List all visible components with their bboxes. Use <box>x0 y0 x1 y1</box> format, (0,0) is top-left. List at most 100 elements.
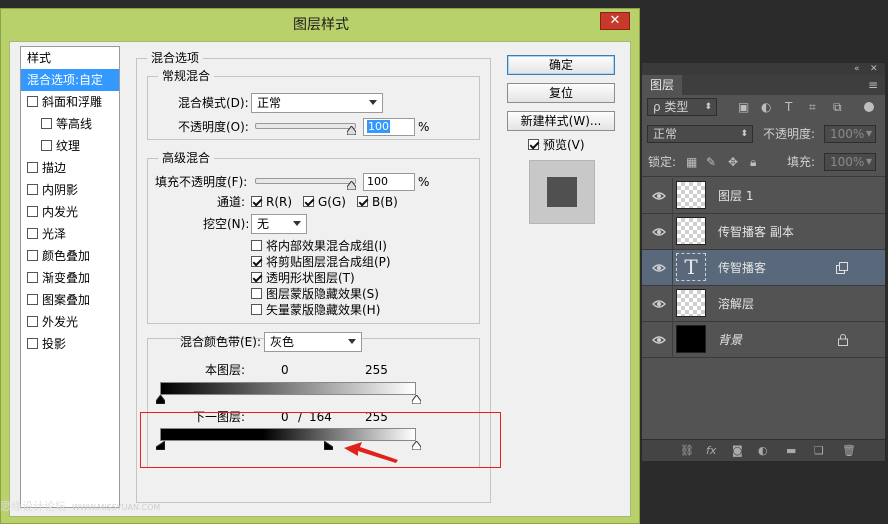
blend-if-select[interactable]: 灰色 <box>264 332 362 352</box>
eye-icon[interactable] <box>652 261 666 275</box>
filter-pixel-icon[interactable]: ▣ <box>738 100 749 114</box>
style-item[interactable]: 等高线 <box>21 113 119 135</box>
checkbox[interactable] <box>357 196 368 207</box>
checkbox[interactable] <box>27 316 38 327</box>
style-item[interactable]: 描边 <box>21 157 119 179</box>
adjustment-icon[interactable]: ◐ <box>758 444 768 458</box>
layer-opacity-input[interactable]: 100% ▼ <box>824 125 876 143</box>
eye-icon[interactable] <box>652 189 666 203</box>
layer-fill-input[interactable]: 100% ▼ <box>824 153 876 171</box>
layer-row[interactable]: 图层 1 <box>642 178 885 214</box>
eye-icon[interactable] <box>652 297 666 311</box>
layer-row[interactable]: 背景 <box>642 322 885 358</box>
layer-row[interactable]: T 传智播客 <box>642 250 885 286</box>
reset-button[interactable]: 复位 <box>507 83 615 103</box>
layer-filter-select[interactable]: ρ 类型 ⬍ <box>647 98 717 116</box>
checkbox[interactable] <box>27 96 38 107</box>
checkbox[interactable] <box>251 240 262 251</box>
style-list-header[interactable]: 样式 <box>21 47 119 69</box>
layer-row[interactable]: 溶解层 <box>642 286 885 322</box>
close-button[interactable]: ✕ <box>600 12 630 30</box>
eye-icon[interactable] <box>652 333 666 347</box>
checkbox[interactable] <box>27 272 38 283</box>
layer-blend-mode-select[interactable]: 正常 ⬍ <box>647 125 753 143</box>
checkbox[interactable] <box>41 140 52 151</box>
filter-adjustment-icon[interactable]: ◐ <box>761 100 771 114</box>
style-item[interactable]: 内阴影 <box>21 179 119 201</box>
style-item[interactable]: 光泽 <box>21 223 119 245</box>
this-layer-white-thumb[interactable] <box>412 395 421 404</box>
filter-shape-icon[interactable]: ⌗ <box>809 100 816 114</box>
fill-opacity-slider[interactable] <box>255 178 356 184</box>
style-item[interactable]: 斜面和浮雕 <box>21 91 119 113</box>
advanced-option-checkbox[interactable]: 图层蒙版隐藏效果(S) <box>251 286 379 302</box>
fill-opacity-slider-thumb[interactable] <box>347 181 356 190</box>
style-item[interactable]: 内发光 <box>21 201 119 223</box>
checkbox[interactable] <box>251 256 262 267</box>
this-layer-black-thumb[interactable] <box>156 395 165 404</box>
layer-style-indicator-icon[interactable] <box>835 261 849 275</box>
style-item[interactable]: 渐变叠加 <box>21 267 119 289</box>
ok-button[interactable]: 确定 <box>507 55 615 75</box>
knockout-select[interactable]: 无 <box>251 214 307 234</box>
lock-image-icon[interactable]: ✎ <box>706 155 716 169</box>
folder-icon[interactable]: ▬ <box>786 444 796 458</box>
advanced-option-checkbox[interactable]: 矢量蒙版隐藏效果(H) <box>251 302 380 318</box>
mask-icon[interactable]: ◙ <box>732 444 743 458</box>
layer-name[interactable]: 图层 1 <box>718 188 753 204</box>
checkbox[interactable] <box>27 206 38 217</box>
trash-icon[interactable]: 🗑︎ <box>842 444 856 458</box>
style-item[interactable]: 外发光 <box>21 311 119 333</box>
lock-all-icon[interactable]: 🔒︎ <box>750 155 756 169</box>
blend-mode-select[interactable]: 正常 <box>251 93 383 113</box>
checkbox[interactable] <box>41 118 52 129</box>
advanced-option-checkbox[interactable]: 将内部效果混合成组(I) <box>251 238 387 254</box>
channel-g-checkbox[interactable]: G(G) <box>303 194 346 210</box>
style-item[interactable]: 纹理 <box>21 135 119 157</box>
lock-position-icon[interactable]: ✥ <box>728 155 738 169</box>
layer-name[interactable]: 背景 <box>718 332 742 348</box>
channel-b-checkbox[interactable]: B(B) <box>357 194 398 210</box>
checkbox[interactable] <box>27 338 38 349</box>
style-item[interactable]: 投影 <box>21 333 119 355</box>
tab-layers[interactable]: 图层 <box>642 75 682 95</box>
filter-toggle-icon[interactable] <box>864 102 874 112</box>
checkbox[interactable] <box>27 250 38 261</box>
advanced-option-checkbox[interactable]: 透明形状图层(T) <box>251 270 355 286</box>
filter-type-icon[interactable]: T <box>785 100 792 114</box>
checkbox[interactable] <box>27 228 38 239</box>
layer-name[interactable]: 传智播客 副本 <box>718 224 794 240</box>
checkbox[interactable] <box>303 196 314 207</box>
style-item[interactable]: 图案叠加 <box>21 289 119 311</box>
opacity-slider-thumb[interactable] <box>347 126 356 135</box>
this-layer-gradient-bar[interactable] <box>160 382 416 395</box>
new-style-button[interactable]: 新建样式(W)... <box>507 111 615 131</box>
filter-smart-object-icon[interactable]: ⧉ <box>833 100 842 114</box>
style-item[interactable]: 混合选项:自定 <box>21 69 119 91</box>
layer-row[interactable]: 传智播客 副本 <box>642 214 885 250</box>
panel-menu-icon[interactable]: ≡ <box>868 78 878 92</box>
advanced-option-checkbox[interactable]: 将剪贴图层混合成组(P) <box>251 254 391 270</box>
opacity-slider[interactable] <box>255 123 356 129</box>
new-layer-icon[interactable]: ❏ <box>814 444 824 458</box>
checkbox[interactable] <box>27 162 38 173</box>
checkbox[interactable] <box>27 184 38 195</box>
checkbox[interactable] <box>251 196 262 207</box>
collapse-icon[interactable]: « <box>854 62 860 76</box>
style-item[interactable]: 颜色叠加 <box>21 245 119 267</box>
link-icon[interactable]: ⛓ <box>680 444 694 458</box>
fx-icon[interactable]: fx <box>706 444 716 458</box>
checkbox[interactable] <box>528 139 539 150</box>
close-panel-icon[interactable]: ✕ <box>870 62 878 76</box>
lock-transparent-icon[interactable]: ▦ <box>686 155 697 169</box>
panel-collapse-bar[interactable]: « ✕ <box>642 63 885 75</box>
preview-checkbox[interactable]: 预览(V) <box>528 137 585 153</box>
checkbox[interactable] <box>251 272 262 283</box>
opacity-input[interactable]: 100 <box>363 118 415 136</box>
fill-opacity-input[interactable]: 100 <box>363 173 415 191</box>
eye-icon[interactable] <box>652 225 666 239</box>
checkbox[interactable] <box>251 304 262 315</box>
checkbox[interactable] <box>27 294 38 305</box>
layer-name[interactable]: 溶解层 <box>718 296 754 312</box>
checkbox[interactable] <box>251 288 262 299</box>
